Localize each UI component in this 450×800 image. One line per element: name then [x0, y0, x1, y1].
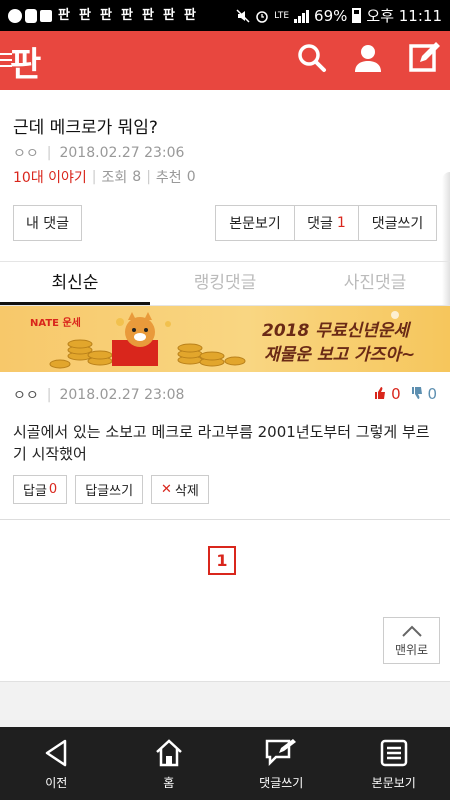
comment-tabs: 최신순 랭킹댓글 사진댓글	[0, 261, 450, 306]
views-label: 조회	[101, 170, 128, 186]
network-type: LTE	[274, 10, 290, 21]
delete-icon: ✕	[161, 482, 172, 497]
link-icon	[25, 8, 37, 23]
view-post-label: 본문보기	[229, 216, 281, 232]
comments-count: 1	[336, 215, 346, 231]
write-comment-icon	[266, 739, 297, 767]
back-icon	[46, 739, 67, 767]
nav-home-label: 홈	[163, 776, 175, 790]
scroll-to-top-label: 맨위로	[394, 643, 429, 657]
search-icon[interactable]	[296, 42, 328, 74]
mute-icon	[236, 8, 250, 23]
status-bar: 판 판 판 판 판 판 판 LTE 69% 오후 11:11	[0, 0, 450, 31]
footer-strip	[0, 681, 450, 727]
ad-banner[interactable]: NATE 운세 2018 무료신년운세 재물운 보고 가즈아~	[0, 306, 450, 372]
section-divider	[0, 519, 450, 520]
recommend-count: 0	[186, 169, 196, 185]
reply-count: 0	[48, 482, 58, 497]
view-post-button[interactable]: 본문보기	[215, 205, 295, 241]
message-icon	[8, 8, 22, 23]
comment-text: 시골에서 있는 소보고 메크로 라고부름 2001년도부터 그렇게 부르기 시작…	[13, 423, 430, 463]
divider: |	[46, 145, 52, 161]
post-author: ㅇㅇ	[13, 146, 39, 162]
post-header: 근데 메크로가 뭐임? ㅇㅇ | 2018.02.27 23:06 10대 이야…	[13, 113, 437, 187]
thumbs-down-icon	[411, 387, 422, 399]
views-count: 8	[132, 169, 142, 185]
write-reply-label: 답글쓰기	[85, 484, 134, 499]
clock: 오후 11:11	[366, 7, 442, 25]
nav-back-label: 이전	[45, 776, 68, 790]
comments-button[interactable]: 댓글 1	[294, 205, 359, 241]
battery-icon	[352, 8, 362, 23]
upvote-button[interactable]: 0	[374, 385, 401, 403]
reply-button[interactable]: 답글 0	[13, 475, 68, 504]
post-category[interactable]: 10대 이야기	[13, 167, 87, 187]
nav-back[interactable]: 이전	[0, 727, 113, 800]
post-title: 근데 메크로가 뭐임?	[13, 118, 158, 138]
tab-ranking[interactable]: 랭킹댓글	[150, 262, 300, 305]
nav-write-comment-label: 댓글쓰기	[259, 776, 304, 790]
write-icon[interactable]	[408, 42, 440, 74]
scroll-to-top-button[interactable]: 맨위로	[383, 617, 440, 664]
app-bar: 판	[0, 31, 450, 90]
notification-pan: 판	[121, 7, 133, 23]
delete-button[interactable]: ✕ 삭제	[151, 475, 209, 504]
chevron-up-icon	[401, 625, 422, 637]
home-icon	[155, 739, 182, 767]
logo[interactable]: 판	[10, 37, 41, 86]
reply-label: 답글	[23, 484, 47, 499]
battery-percent: 69%	[314, 6, 348, 25]
write-comment-label: 댓글쓰기	[371, 216, 424, 232]
bottom-nav: 이전 홈 댓글쓰기 본문보기	[0, 727, 450, 800]
divider: |	[91, 169, 97, 185]
comment-item: ㅇㅇ | 2018.02.27 23:08 0 0 시골에서 있는 소보고 메크…	[13, 385, 437, 504]
user-icon[interactable]	[352, 42, 384, 74]
my-comments-button[interactable]: 내 댓글	[13, 205, 82, 241]
notification-pan: 판	[184, 7, 196, 23]
divider: |	[146, 169, 151, 185]
divider: |	[46, 387, 52, 403]
write-comment-button[interactable]: 댓글쓰기	[358, 205, 437, 241]
banner-brand: NATE 운세	[30, 318, 81, 329]
thumbs-up-icon	[375, 387, 386, 399]
signal-icon	[294, 9, 310, 23]
nav-write-comment[interactable]: 댓글쓰기	[225, 727, 338, 800]
post-button-bar: 내 댓글 본문보기 댓글 1 댓글쓰기	[13, 205, 437, 241]
notification-pan: 판	[100, 7, 112, 23]
downvote-button[interactable]: 0	[411, 385, 437, 403]
comment-author: ㅇㅇ	[13, 388, 39, 404]
image-icon	[40, 9, 52, 22]
comment-date: 2018.02.27 23:08	[59, 387, 185, 403]
banner-line2: 재물운 보고 가즈아~	[264, 345, 416, 365]
notification-pan: 판	[58, 7, 70, 23]
nav-home[interactable]: 홈	[113, 727, 226, 800]
write-reply-button[interactable]: 답글쓰기	[75, 475, 144, 504]
nav-view-post-label: 본문보기	[371, 776, 416, 790]
page-current[interactable]: 1	[208, 546, 236, 575]
recommend-label: 추천	[155, 170, 182, 186]
nav-view-post[interactable]: 본문보기	[338, 727, 450, 800]
comments-label: 댓글	[307, 216, 333, 232]
notification-pan: 판	[142, 7, 154, 23]
my-comments-label: 내 댓글	[25, 216, 70, 232]
delete-label: 삭제	[174, 484, 199, 499]
post-date: 2018.02.27 23:06	[59, 145, 185, 161]
alarm-icon	[256, 10, 268, 23]
upvote-count: 0	[391, 385, 401, 403]
document-icon	[380, 739, 407, 767]
downvote-count: 0	[427, 385, 437, 403]
tab-latest[interactable]: 최신순	[0, 262, 150, 305]
notification-pan: 판	[163, 7, 175, 23]
notification-pan: 판	[79, 7, 91, 23]
banner-line1: 2018 무료신년운세	[262, 321, 410, 341]
tab-photo[interactable]: 사진댓글	[300, 262, 450, 305]
